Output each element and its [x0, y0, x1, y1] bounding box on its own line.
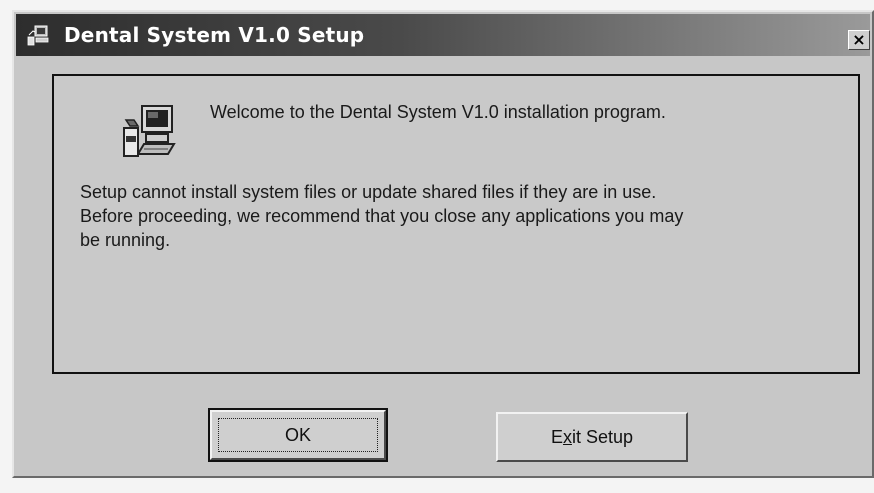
focus-rectangle [218, 418, 378, 452]
setup-computer-icon [27, 25, 49, 46]
exit-label-mnemonic: x [562, 426, 572, 447]
exit-label-prefix: E [550, 426, 563, 447]
close-button[interactable]: × [848, 30, 870, 50]
exit-label-suffix: it Setup [571, 426, 634, 447]
welcome-panel: Welcome to the Dental System V1.0 instal… [52, 74, 860, 374]
ok-button[interactable]: OK [208, 408, 388, 462]
welcome-text: Welcome to the Dental System V1.0 instal… [210, 102, 666, 122]
message-line: Setup cannot install system files or upd… [80, 182, 657, 202]
close-icon: × [852, 30, 866, 49]
message-line: be running. [80, 230, 171, 250]
title-bar[interactable]: Dental System V1.0 Setup × [16, 14, 870, 56]
window-title: Dental System V1.0 Setup [64, 23, 365, 47]
message-line: Before proceeding, we recommend that you… [80, 206, 684, 226]
setup-dialog: Dental System V1.0 Setup × Welcome to th… [12, 10, 874, 478]
setup-computer-icon [123, 105, 176, 157]
setup-message: Setup cannot install system files or upd… [80, 180, 840, 252]
exit-setup-button[interactable]: Ex it Setup [496, 412, 688, 462]
